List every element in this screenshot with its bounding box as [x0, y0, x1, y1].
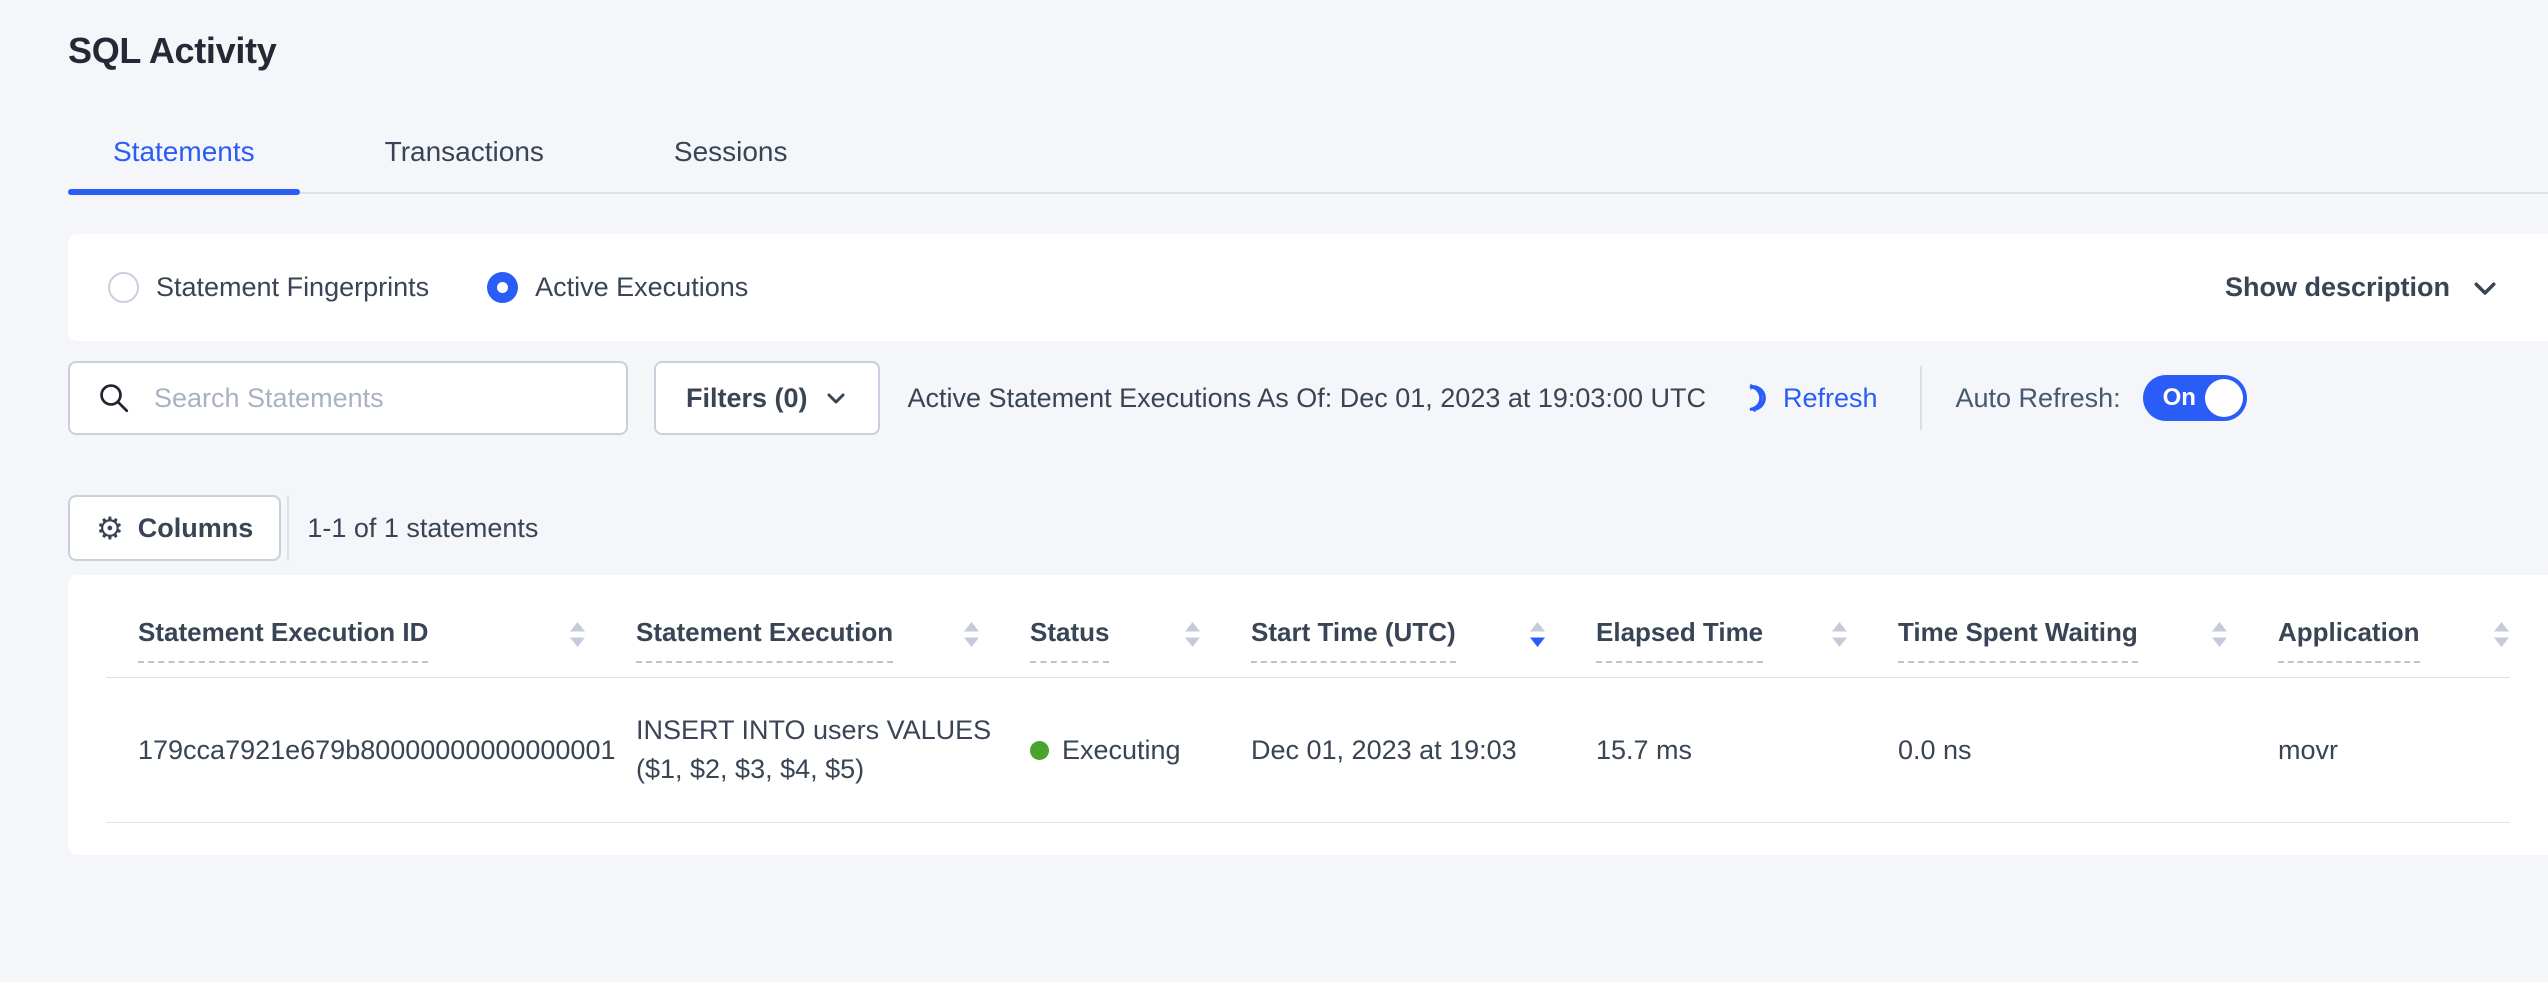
sort-arrows-icon — [2211, 621, 2228, 648]
show-description-label: Show description — [2225, 272, 2450, 303]
radio-statement-fingerprints-label: Statement Fingerprints — [156, 272, 429, 303]
radio-selected-icon — [487, 272, 518, 303]
sql-activity-page: SQL Activity Statements Transactions Ses… — [0, 0, 2548, 855]
toggle-knob — [2205, 379, 2243, 417]
controls-row: Filters (0) Active Statement Executions … — [68, 361, 2548, 435]
sort-arrows-icon — [1831, 621, 1848, 648]
cell-elapsed-time: 15.7 ms — [1596, 678, 1898, 823]
radio-active-executions-label: Active Executions — [535, 272, 748, 303]
column-header-application[interactable]: Application — [2278, 575, 2510, 678]
cell-statement: INSERT INTO users VALUES ($1, $2, $3, $4… — [636, 678, 1030, 823]
sort-arrows-icon — [963, 621, 980, 648]
tab-transactions-label: Transactions — [385, 136, 544, 167]
tab-statements[interactable]: Statements — [68, 122, 300, 192]
statements-table-card: Statement Execution ID Statement Executi… — [68, 575, 2548, 855]
gear-icon: ⚙ — [96, 513, 124, 544]
refresh-icon — [1736, 381, 1770, 415]
table-row: 179cca7921e679b80000000000000001 INSERT … — [106, 678, 2510, 823]
auto-refresh-state-label: On — [2163, 384, 2196, 412]
statements-table: Statement Execution ID Statement Executi… — [106, 575, 2510, 823]
column-header-elapsed-time[interactable]: Elapsed Time — [1596, 575, 1898, 678]
column-header-statement-execution[interactable]: Statement Execution — [636, 575, 1030, 678]
column-header-start-time[interactable]: Start Time (UTC) — [1251, 575, 1596, 678]
radio-active-executions[interactable]: Active Executions — [487, 272, 748, 303]
filters-button[interactable]: Filters (0) — [654, 361, 880, 435]
chevron-down-icon — [824, 386, 848, 410]
columns-button-label: Columns — [138, 513, 254, 544]
column-header-status[interactable]: Status — [1030, 575, 1251, 678]
view-mode-card: Statement Fingerprints Active Executions… — [68, 234, 2548, 341]
refresh-button[interactable]: Refresh — [1736, 381, 1878, 415]
tab-bar: Statements Transactions Sessions — [68, 122, 2548, 194]
radio-statement-fingerprints[interactable]: Statement Fingerprints — [108, 272, 429, 303]
search-icon — [96, 380, 132, 416]
cell-application: movr — [2278, 678, 2510, 823]
sort-arrows-icon — [1184, 621, 1201, 648]
cell-execution-id: 179cca7921e679b80000000000000001 — [106, 678, 636, 823]
show-description-button[interactable]: Show description — [2225, 272, 2500, 303]
tab-sessions-label: Sessions — [674, 136, 788, 167]
search-input[interactable] — [152, 382, 608, 415]
cell-status: Executing — [1030, 678, 1251, 823]
table-toolbar: ⚙ Columns 1-1 of 1 statements — [68, 495, 2548, 561]
sort-arrows-icon — [2493, 621, 2510, 648]
columns-button[interactable]: ⚙ Columns — [68, 495, 281, 561]
page-title: SQL Activity — [68, 0, 2548, 72]
filters-button-label: Filters (0) — [686, 383, 808, 414]
sort-arrows-icon — [569, 621, 586, 648]
cell-time-spent-waiting: 0.0 ns — [1898, 678, 2278, 823]
tab-sessions[interactable]: Sessions — [629, 122, 833, 192]
status-label: Executing — [1062, 735, 1181, 766]
chevron-down-icon — [2470, 273, 2500, 303]
sort-arrows-icon-desc-active — [1529, 621, 1546, 648]
column-header-statement-execution-id[interactable]: Statement Execution ID — [106, 575, 636, 678]
statement-text-line2: ($1, $2, $3, $4, $5) — [636, 750, 1030, 789]
status-executing-dot-icon — [1030, 741, 1049, 760]
statement-text-line1: INSERT INTO users VALUES — [636, 711, 1030, 750]
table-header-row: Statement Execution ID Statement Executi… — [106, 575, 2510, 678]
vertical-divider — [287, 495, 289, 561]
auto-refresh-label: Auto Refresh: — [1956, 383, 2121, 414]
search-statements-box — [68, 361, 628, 435]
column-header-time-spent-waiting[interactable]: Time Spent Waiting — [1898, 575, 2278, 678]
tab-transactions[interactable]: Transactions — [340, 122, 589, 192]
as-of-timestamp-text: Active Statement Executions As Of: Dec 0… — [908, 383, 1706, 414]
refresh-label: Refresh — [1783, 383, 1878, 414]
cell-start-time: Dec 01, 2023 at 19:03 — [1251, 678, 1596, 823]
auto-refresh-toggle[interactable]: On — [2143, 375, 2247, 421]
vertical-divider — [1920, 366, 1922, 430]
results-count: 1-1 of 1 statements — [307, 513, 538, 544]
radio-unselected-icon — [108, 272, 139, 303]
tab-statements-label: Statements — [113, 136, 255, 167]
